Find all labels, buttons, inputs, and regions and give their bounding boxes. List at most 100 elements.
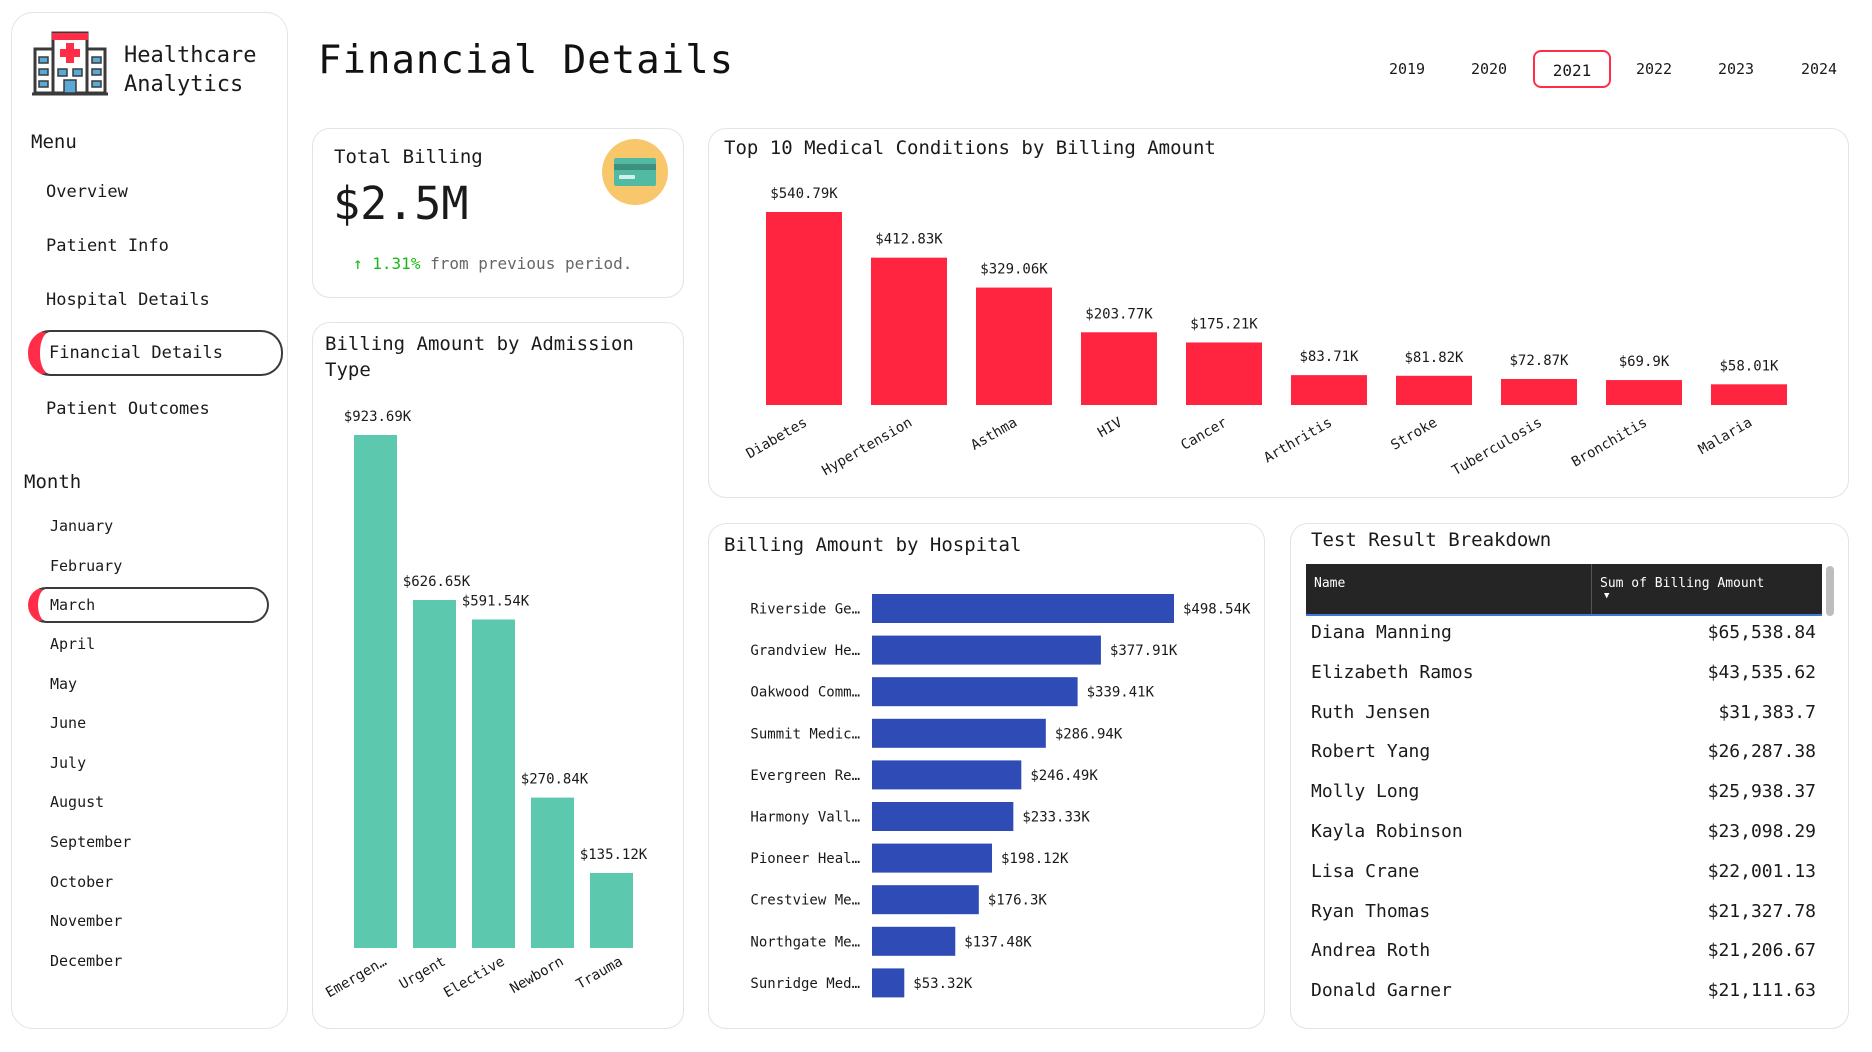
table-scrollbar[interactable] [1826, 566, 1834, 616]
condition-value-label-8: $69.9K [1619, 354, 1670, 370]
condition-value-label-5: $83.71K [1299, 349, 1359, 365]
hospital-bar-0[interactable] [872, 594, 1174, 623]
month-item-february[interactable]: February [28, 548, 269, 584]
month-item-may[interactable]: May [28, 666, 269, 702]
condition-bar-8[interactable] [1606, 380, 1682, 405]
hospital-value-label-0: $498.54K [1183, 602, 1251, 618]
month-item-september[interactable]: September [28, 824, 269, 860]
admission-bar-2[interactable] [472, 619, 515, 948]
patient-name-cell: Kayla Robinson [1311, 821, 1463, 842]
hospital-bar-2[interactable] [872, 677, 1078, 707]
table-row[interactable]: Donald Garner $21,111.63 [1311, 974, 1816, 1008]
condition-bar-7[interactable] [1501, 378, 1577, 405]
year-2020[interactable]: 2020 [1450, 50, 1528, 88]
total-billing-change: ↑ 1.31% from previous period. [353, 254, 632, 273]
hospital-bar-8[interactable] [872, 926, 956, 956]
condition-category-label-6: Stroke [1388, 415, 1440, 454]
test-result-title: Test Result Breakdown [1311, 529, 1552, 551]
hospital-bar-4[interactable] [872, 760, 1022, 790]
total-billing-card: Total Billing $2.5M ↑ 1.31% from previou… [312, 128, 684, 298]
billing-amount-cell: $21,327.78 [1707, 900, 1816, 922]
hospital-value-label-9: $53.32K [913, 976, 973, 992]
table-row[interactable]: Andrea Roth $21,206.67 [1311, 934, 1816, 968]
month-item-june[interactable]: June [28, 705, 269, 741]
condition-bar-2[interactable] [976, 287, 1052, 405]
top-conditions-chart: $540.79K Diabetes $412.83K Hypertension $329… [744, 186, 1787, 479]
billing-amount-cell: $22,001.13 [1707, 860, 1816, 882]
hospital-bar-6[interactable] [872, 843, 993, 873]
billing-amount-cell: $21,206.67 [1707, 940, 1816, 962]
hospital-bar-9[interactable] [872, 968, 905, 998]
nav-patient-info[interactable]: Patient Info [28, 223, 283, 269]
condition-category-label-5: Arthritis [1261, 415, 1335, 467]
patient-name-cell: Andrea Roth [1311, 940, 1431, 962]
app-brand: Healthcare Analytics [124, 41, 256, 99]
condition-category-label-9: Malaria [1696, 415, 1755, 458]
patient-name-cell: Donald Garner [1311, 980, 1452, 1002]
table-row[interactable]: Ryan Thomas $21,327.78 [1311, 895, 1816, 929]
admission-type-card: Billing Amount by Admission Type $923.69… [312, 322, 684, 1029]
sort-descending-icon[interactable]: ▼ [1604, 591, 1609, 601]
column-header-name[interactable]: Name [1314, 576, 1345, 591]
change-text: from previous period. [430, 254, 633, 273]
month-item-december[interactable]: December [28, 943, 269, 979]
hospital-category-label-8: Northgate Me… [750, 934, 860, 950]
year-2022[interactable]: 2022 [1615, 50, 1693, 88]
change-percent: 1.31% [372, 254, 421, 273]
hospital-bar-7[interactable] [872, 885, 979, 915]
year-2023[interactable]: 2023 [1697, 50, 1775, 88]
hospital-bar-5[interactable] [872, 802, 1014, 831]
column-header-sum[interactable]: Sum of Billing Amount [1600, 576, 1764, 591]
hospital-category-label-6: Pioneer Heal… [750, 851, 860, 867]
month-item-july[interactable]: July [28, 745, 269, 781]
table-row[interactable]: Molly Long $25,938.37 [1311, 775, 1816, 809]
condition-bar-0[interactable] [766, 212, 842, 405]
table-row[interactable]: Lisa Crane $22,001.13 [1311, 855, 1816, 889]
month-item-october[interactable]: October [28, 864, 269, 900]
nav-financial-details[interactable]: Financial Details [28, 330, 283, 376]
credit-card-icon [602, 139, 668, 205]
patient-name-cell: Lisa Crane [1311, 860, 1420, 882]
admission-bar-0[interactable] [354, 435, 397, 948]
hospital-category-label-5: Harmony Vall… [750, 810, 860, 826]
admission-value-label-1: $626.65K [403, 574, 471, 590]
table-row[interactable]: Robert Yang $26,287.38 [1311, 735, 1816, 769]
condition-category-label-0: Diabetes [744, 415, 810, 463]
billing-amount-cell: $25,938.37 [1707, 781, 1816, 803]
month-item-november[interactable]: November [28, 903, 269, 939]
hospital-value-label-4: $246.49K [1030, 768, 1098, 784]
patient-name-cell: Molly Long [1311, 781, 1420, 803]
table-row[interactable]: Ruth Jensen $31,383.7 [1311, 696, 1816, 730]
table-row[interactable]: Elizabeth Ramos $43,535.62 [1311, 656, 1816, 690]
nav-hospital-details[interactable]: Hospital Details [28, 277, 283, 323]
hospital-bar-1[interactable] [872, 635, 1101, 665]
year-2021[interactable]: 2021 [1533, 50, 1611, 88]
hospital-category-label-0: Riverside Ge… [750, 602, 860, 618]
year-2024[interactable]: 2024 [1780, 50, 1858, 88]
condition-bar-3[interactable] [1081, 332, 1157, 405]
month-item-january[interactable]: January [28, 508, 269, 544]
test-result-card: Test Result Breakdown Name Sum of Billin… [1290, 523, 1849, 1029]
year-2019[interactable]: 2019 [1368, 50, 1446, 88]
admission-bar-1[interactable] [413, 599, 456, 948]
condition-bar-5[interactable] [1291, 375, 1367, 405]
month-item-august[interactable]: August [28, 784, 269, 820]
hospital-category-label-4: Evergreen Re… [750, 768, 860, 784]
condition-bar-6[interactable] [1396, 375, 1472, 405]
admission-category-label-2: Elective [441, 954, 507, 1002]
condition-bar-9[interactable] [1711, 384, 1787, 405]
table-row[interactable]: Kayla Robinson $23,098.29 [1311, 815, 1816, 849]
nav-patient-outcomes[interactable]: Patient Outcomes [28, 386, 283, 432]
admission-value-label-0: $923.69K [344, 409, 412, 425]
condition-bar-4[interactable] [1186, 342, 1262, 405]
table-row[interactable]: Diana Manning $65,538.84 [1311, 616, 1816, 650]
condition-bar-1[interactable] [871, 257, 947, 405]
hospital-bar-3[interactable] [872, 718, 1046, 748]
nav-overview[interactable]: Overview [28, 169, 283, 215]
admission-bar-3[interactable] [531, 797, 574, 948]
month-item-april[interactable]: April [28, 626, 269, 662]
admission-bar-4[interactable] [590, 872, 633, 948]
billing-amount-cell: $65,538.84 [1707, 622, 1816, 643]
total-billing-value: $2.5M [333, 177, 469, 230]
month-item-march[interactable]: March [28, 587, 269, 623]
